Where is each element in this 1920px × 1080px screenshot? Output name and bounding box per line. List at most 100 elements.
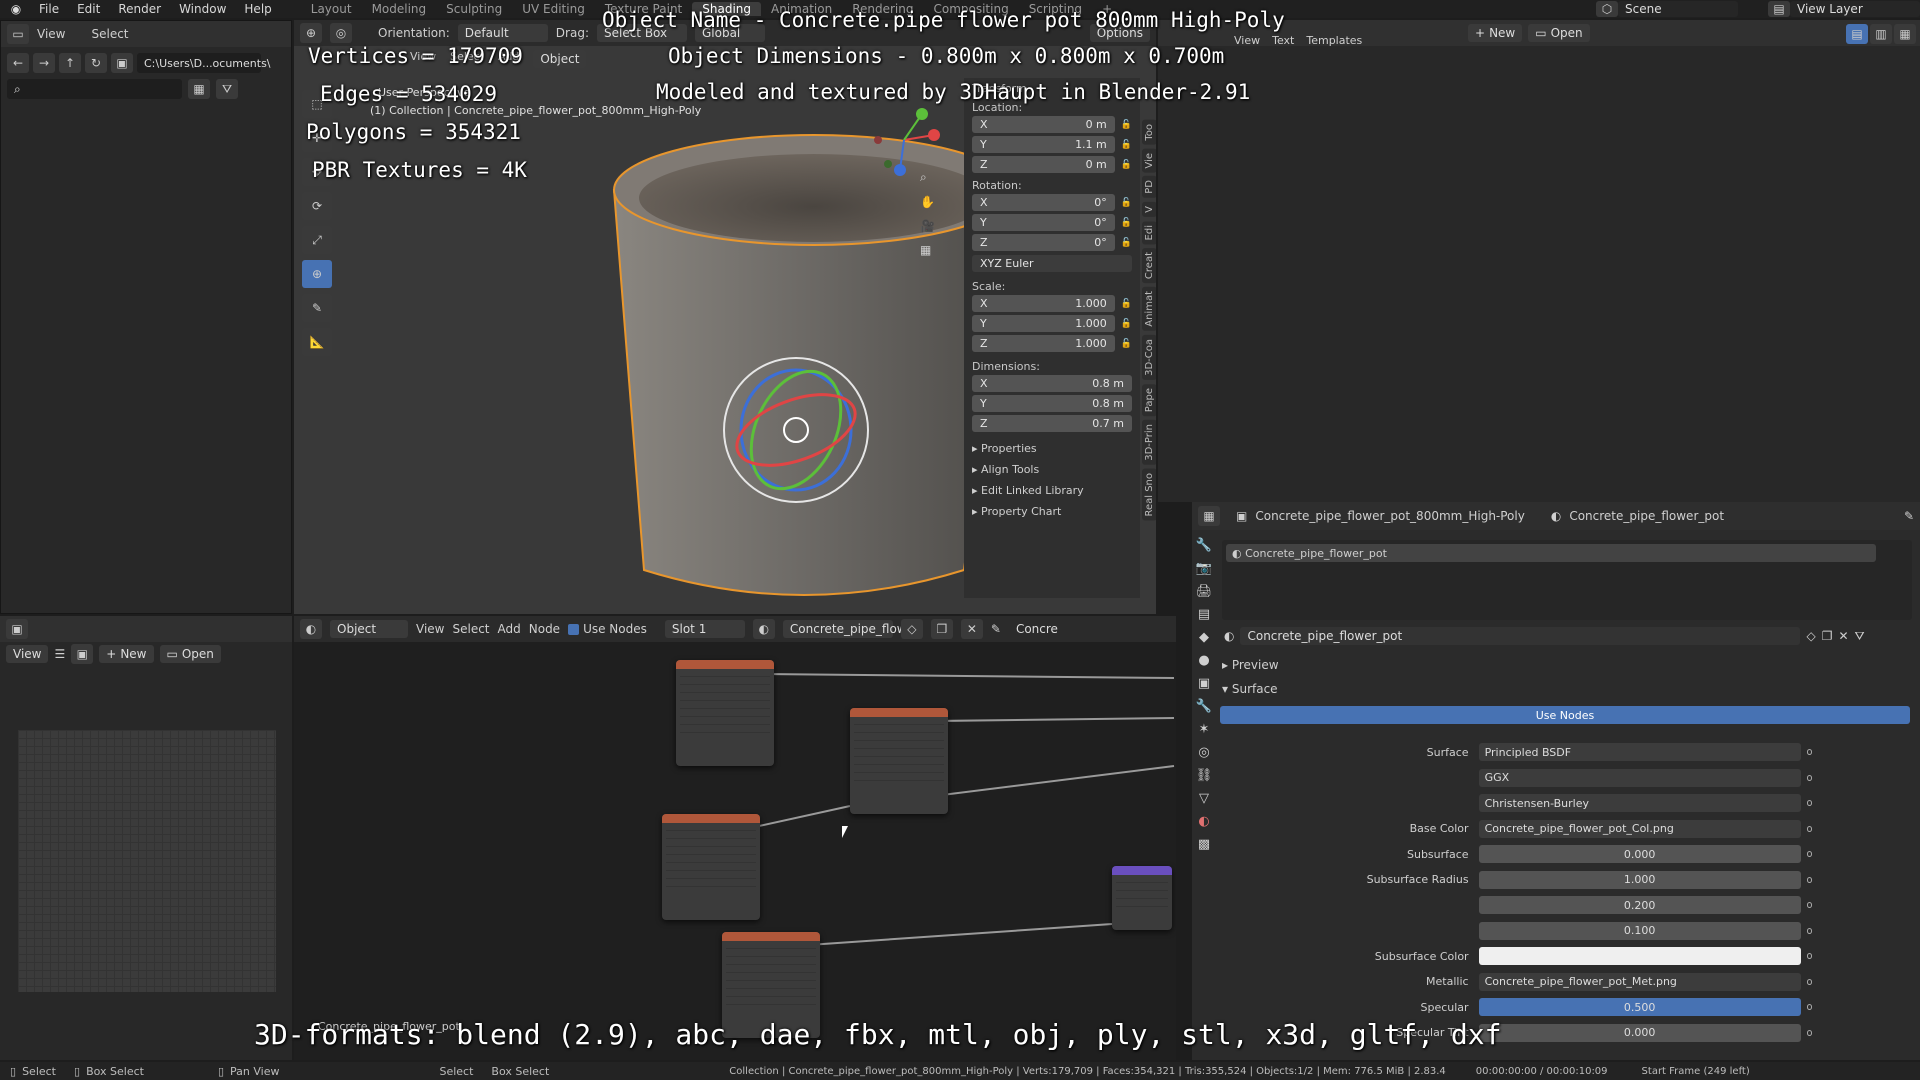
scale-y-field[interactable]: Y 1.000 [972, 315, 1115, 332]
filter-icon[interactable]: ⛛ [216, 79, 238, 99]
material-slot-item[interactable]: ◐ Concrete_pipe_flower_pot [1226, 544, 1876, 562]
image-open-button[interactable]: ▭ Open [159, 645, 221, 663]
modifier-tab-icon[interactable]: 🔧 [1196, 699, 1212, 714]
viewport-editor-type-icon[interactable]: ⊕ [300, 23, 322, 43]
socket-link-icon[interactable] [1806, 825, 1812, 832]
property-value-field[interactable]: GGX [1478, 768, 1801, 787]
surface-section[interactable]: ▾ Surface [1222, 682, 1278, 696]
3d-viewport[interactable]: ⊕ ◎ Orientation: Default Drag: Select Bo… [294, 20, 1156, 614]
lock-icon[interactable]: 🔓 [1121, 140, 1132, 150]
socket-link-icon[interactable] [1806, 851, 1812, 857]
editor-type-icon[interactable]: ▭ [7, 24, 29, 44]
path-field[interactable]: C:\Users\D...ocuments\ [137, 53, 271, 73]
dimensions-y-field[interactable]: Y 0.8 m [972, 395, 1132, 412]
lock-icon[interactable]: 🔓 [1121, 218, 1132, 228]
sidebar-tab[interactable]: Too [1142, 120, 1156, 145]
forward-arrow-icon[interactable]: → [33, 53, 55, 73]
preview-section[interactable]: ▸ Preview [1222, 658, 1279, 672]
view-layer-tab-icon[interactable]: ▤ [1198, 607, 1210, 622]
lock-icon[interactable]: 🔓 [1121, 238, 1132, 248]
lock-icon[interactable]: 🔓 [1121, 339, 1132, 349]
scene-selector[interactable]: Scene [1618, 1, 1738, 17]
menu-help[interactable]: Help [235, 2, 280, 16]
socket-link-icon[interactable] [1806, 978, 1812, 985]
properties-editor-type-icon[interactable]: ▦ [1198, 506, 1220, 526]
scale-tool-icon[interactable]: ⤢ [302, 226, 332, 254]
line-numbers-icon[interactable]: ▤ [1846, 24, 1868, 44]
camera-icon[interactable]: 🎥 [920, 219, 935, 233]
sidebar-tab[interactable]: 3D-Coa [1142, 335, 1156, 380]
output-tab-icon[interactable]: 🖨 [1196, 584, 1213, 599]
render-tab-icon[interactable]: 📷 [1196, 561, 1212, 576]
socket-link-icon[interactable] [1806, 774, 1812, 781]
tab-layout[interactable]: Layout [301, 2, 362, 16]
zoom-icon[interactable]: ⌕ [920, 170, 935, 185]
world-tab-icon[interactable]: ● [1198, 653, 1209, 668]
image-texture-node[interactable] [850, 708, 948, 814]
pan-hand-icon[interactable]: ✋ [920, 195, 935, 209]
sidebar-tab[interactable]: 3D-Prin [1142, 420, 1156, 465]
normal-map-node[interactable] [1112, 866, 1172, 930]
property-value-field[interactable]: 1.000 [1478, 870, 1801, 889]
lock-icon[interactable]: 🔓 [1121, 160, 1132, 170]
socket-link-icon[interactable] [1806, 1004, 1812, 1010]
file-browser-view-menu[interactable]: View [37, 27, 65, 41]
scene-icon[interactable]: ⬡ [1596, 1, 1618, 17]
sidebar-tab[interactable]: Pape [1142, 383, 1156, 417]
sidebar-tab[interactable]: PD [1142, 176, 1156, 198]
lock-icon[interactable]: 🔓 [1121, 120, 1132, 130]
image-new-button[interactable]: + New [99, 645, 154, 663]
property-value-field[interactable] [1478, 947, 1801, 965]
location-x-field[interactable]: X 0 m [972, 116, 1115, 133]
menu-window[interactable]: Window [170, 2, 235, 16]
unlink-icon[interactable]: ✕ [1838, 629, 1848, 643]
property-value-field[interactable]: Concrete_pipe_flower_pot_Col.png [1478, 819, 1801, 838]
duplicate-icon[interactable]: ❐ [1822, 629, 1833, 643]
socket-link-icon[interactable] [1806, 902, 1812, 908]
constraint-tab-icon[interactable]: ⛓ [1196, 768, 1213, 783]
sidebar-tab[interactable]: Animat [1142, 287, 1156, 332]
property-value-field[interactable]: Concrete_pipe_flower_pot_Met.png [1478, 972, 1801, 991]
sidebar-tab[interactable]: Creat [1142, 248, 1156, 284]
socket-link-icon[interactable] [1806, 800, 1812, 806]
sidebar-tab[interactable]: V [1142, 201, 1156, 217]
tool-tab-icon[interactable]: 🔧 [1196, 538, 1212, 553]
image-browse-icon[interactable]: ▣ [71, 644, 94, 664]
tab-modeling[interactable]: Modeling [362, 2, 437, 16]
menu-render[interactable]: Render [109, 2, 170, 16]
hamburger-icon[interactable]: ☰ [54, 647, 65, 661]
physics-tab-icon[interactable]: ◎ [1198, 745, 1209, 760]
menu-edit[interactable]: Edit [68, 2, 109, 16]
text-new-button[interactable]: + New [1468, 24, 1523, 42]
texture-tab-icon[interactable]: ▩ [1198, 837, 1210, 852]
image-canvas-grid[interactable] [18, 730, 276, 992]
object-tab-icon[interactable]: ▣ [1198, 676, 1210, 691]
sidebar-tab[interactable]: Real Sno [1142, 468, 1156, 521]
shader-node-editor[interactable]: ◐ Object View Select Add Node Use Nodes … [294, 616, 1176, 1060]
image-texture-node[interactable] [676, 660, 774, 766]
lock-icon[interactable]: 🔓 [1121, 319, 1132, 329]
image-texture-node[interactable] [662, 814, 760, 920]
property-chart-section[interactable]: ▸ Property Chart [972, 505, 1132, 518]
socket-link-icon[interactable] [1806, 749, 1812, 755]
particles-tab-icon[interactable]: ✶ [1199, 722, 1210, 737]
transform-pivot-icon[interactable]: ◎ [330, 23, 352, 43]
dimensions-z-field[interactable]: Z 0.7 m [972, 415, 1132, 432]
use-nodes-button[interactable]: Use Nodes [1220, 706, 1910, 724]
image-editor-type-icon[interactable]: ▣ [6, 619, 28, 639]
property-value-field[interactable]: Christensen-Burley [1478, 794, 1801, 812]
parent-dir-icon[interactable]: ↑ [59, 53, 81, 73]
search-input[interactable]: ⌕ [7, 79, 182, 99]
align-tools-section[interactable]: ▸ Align Tools [972, 463, 1132, 476]
material-tab-icon[interactable]: ◐ [1198, 814, 1209, 829]
text-text-menu[interactable]: Text [1272, 34, 1294, 47]
properties-section[interactable]: ▸ Properties [972, 442, 1132, 455]
dimensions-x-field[interactable]: X 0.8 m [972, 375, 1132, 392]
tab-uv-editing[interactable]: UV Editing [512, 2, 595, 16]
new-folder-icon[interactable]: ▣ [111, 53, 133, 73]
location-y-field[interactable]: Y 1.1 m [972, 136, 1115, 153]
measure-tool-icon[interactable]: 📐 [302, 328, 332, 356]
display-mode-icon[interactable]: ▦ [188, 79, 210, 99]
scale-x-field[interactable]: X 1.000 [972, 295, 1115, 312]
viewport-object-menu[interactable]: Object [533, 50, 587, 68]
